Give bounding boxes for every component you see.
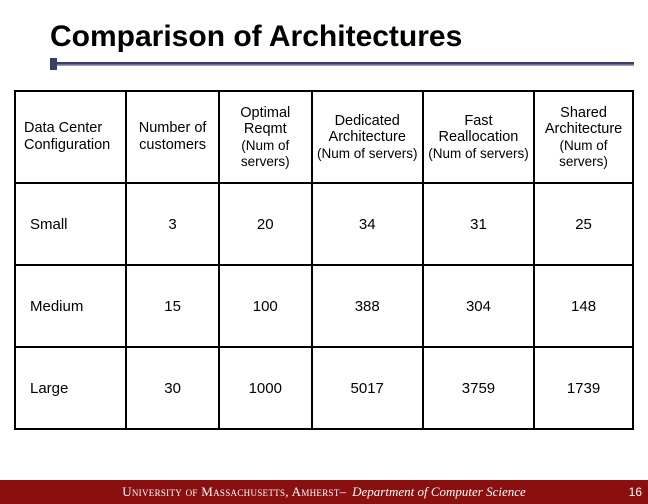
- cell-config: Small: [15, 183, 126, 265]
- title-accent: [50, 58, 57, 70]
- cell-customers: 30: [126, 347, 219, 429]
- cell-config: Large: [15, 347, 126, 429]
- table-header-row: Data Center Configuration Number of cust…: [15, 91, 633, 183]
- cell-customers: 15: [126, 265, 219, 347]
- col-fast: Fast Reallocation (Num of servers): [423, 91, 534, 183]
- col-customers: Number of customers: [126, 91, 219, 183]
- col-shared-line2: (Num of servers): [537, 138, 630, 169]
- cell-optimal: 1000: [219, 347, 312, 429]
- footer-university: University of Massachusetts, Amherst: [122, 484, 339, 500]
- col-optimal-line2: (Num of servers): [222, 138, 309, 169]
- cell-dedicated: 34: [312, 183, 423, 265]
- col-dedicated-line1: Dedicated Architecture: [329, 113, 406, 146]
- cell-fast: 304: [423, 265, 534, 347]
- col-fast-line2: (Num of servers): [426, 146, 531, 162]
- footer-department: Department of Computer Science: [352, 484, 526, 500]
- cell-dedicated: 388: [312, 265, 423, 347]
- table-row: Medium 15 100 388 304 148: [15, 265, 633, 347]
- cell-shared: 148: [534, 265, 633, 347]
- col-shared-line1: Shared Architecture: [545, 105, 622, 138]
- page-title: Comparison of Architectures: [0, 0, 648, 58]
- title-underline: [50, 62, 634, 66]
- cell-optimal: 100: [219, 265, 312, 347]
- page-number: 16: [629, 480, 642, 504]
- table-row: Small 3 20 34 31 25: [15, 183, 633, 265]
- cell-shared: 1739: [534, 347, 633, 429]
- comparison-table: Data Center Configuration Number of cust…: [14, 90, 634, 430]
- col-config: Data Center Configuration: [15, 91, 126, 183]
- col-dedicated-line2: (Num of servers): [315, 146, 420, 162]
- footer-sep: –: [340, 484, 347, 500]
- col-optimal-line1: Optimal Reqmt: [240, 105, 290, 138]
- cell-fast: 31: [423, 183, 534, 265]
- cell-fast: 3759: [423, 347, 534, 429]
- cell-customers: 3: [126, 183, 219, 265]
- col-shared: Shared Architecture (Num of servers): [534, 91, 633, 183]
- col-dedicated: Dedicated Architecture (Num of servers): [312, 91, 423, 183]
- col-fast-line1: Fast Reallocation: [439, 113, 519, 146]
- table-row: Large 30 1000 5017 3759 1739: [15, 347, 633, 429]
- footer-bar: University of Massachusetts, Amherst – D…: [0, 480, 648, 504]
- comparison-table-wrap: Data Center Configuration Number of cust…: [14, 90, 634, 430]
- slide: Comparison of Architectures Data Center …: [0, 0, 648, 504]
- cell-optimal: 20: [219, 183, 312, 265]
- cell-dedicated: 5017: [312, 347, 423, 429]
- cell-config: Medium: [15, 265, 126, 347]
- cell-shared: 25: [534, 183, 633, 265]
- col-optimal: Optimal Reqmt (Num of servers): [219, 91, 312, 183]
